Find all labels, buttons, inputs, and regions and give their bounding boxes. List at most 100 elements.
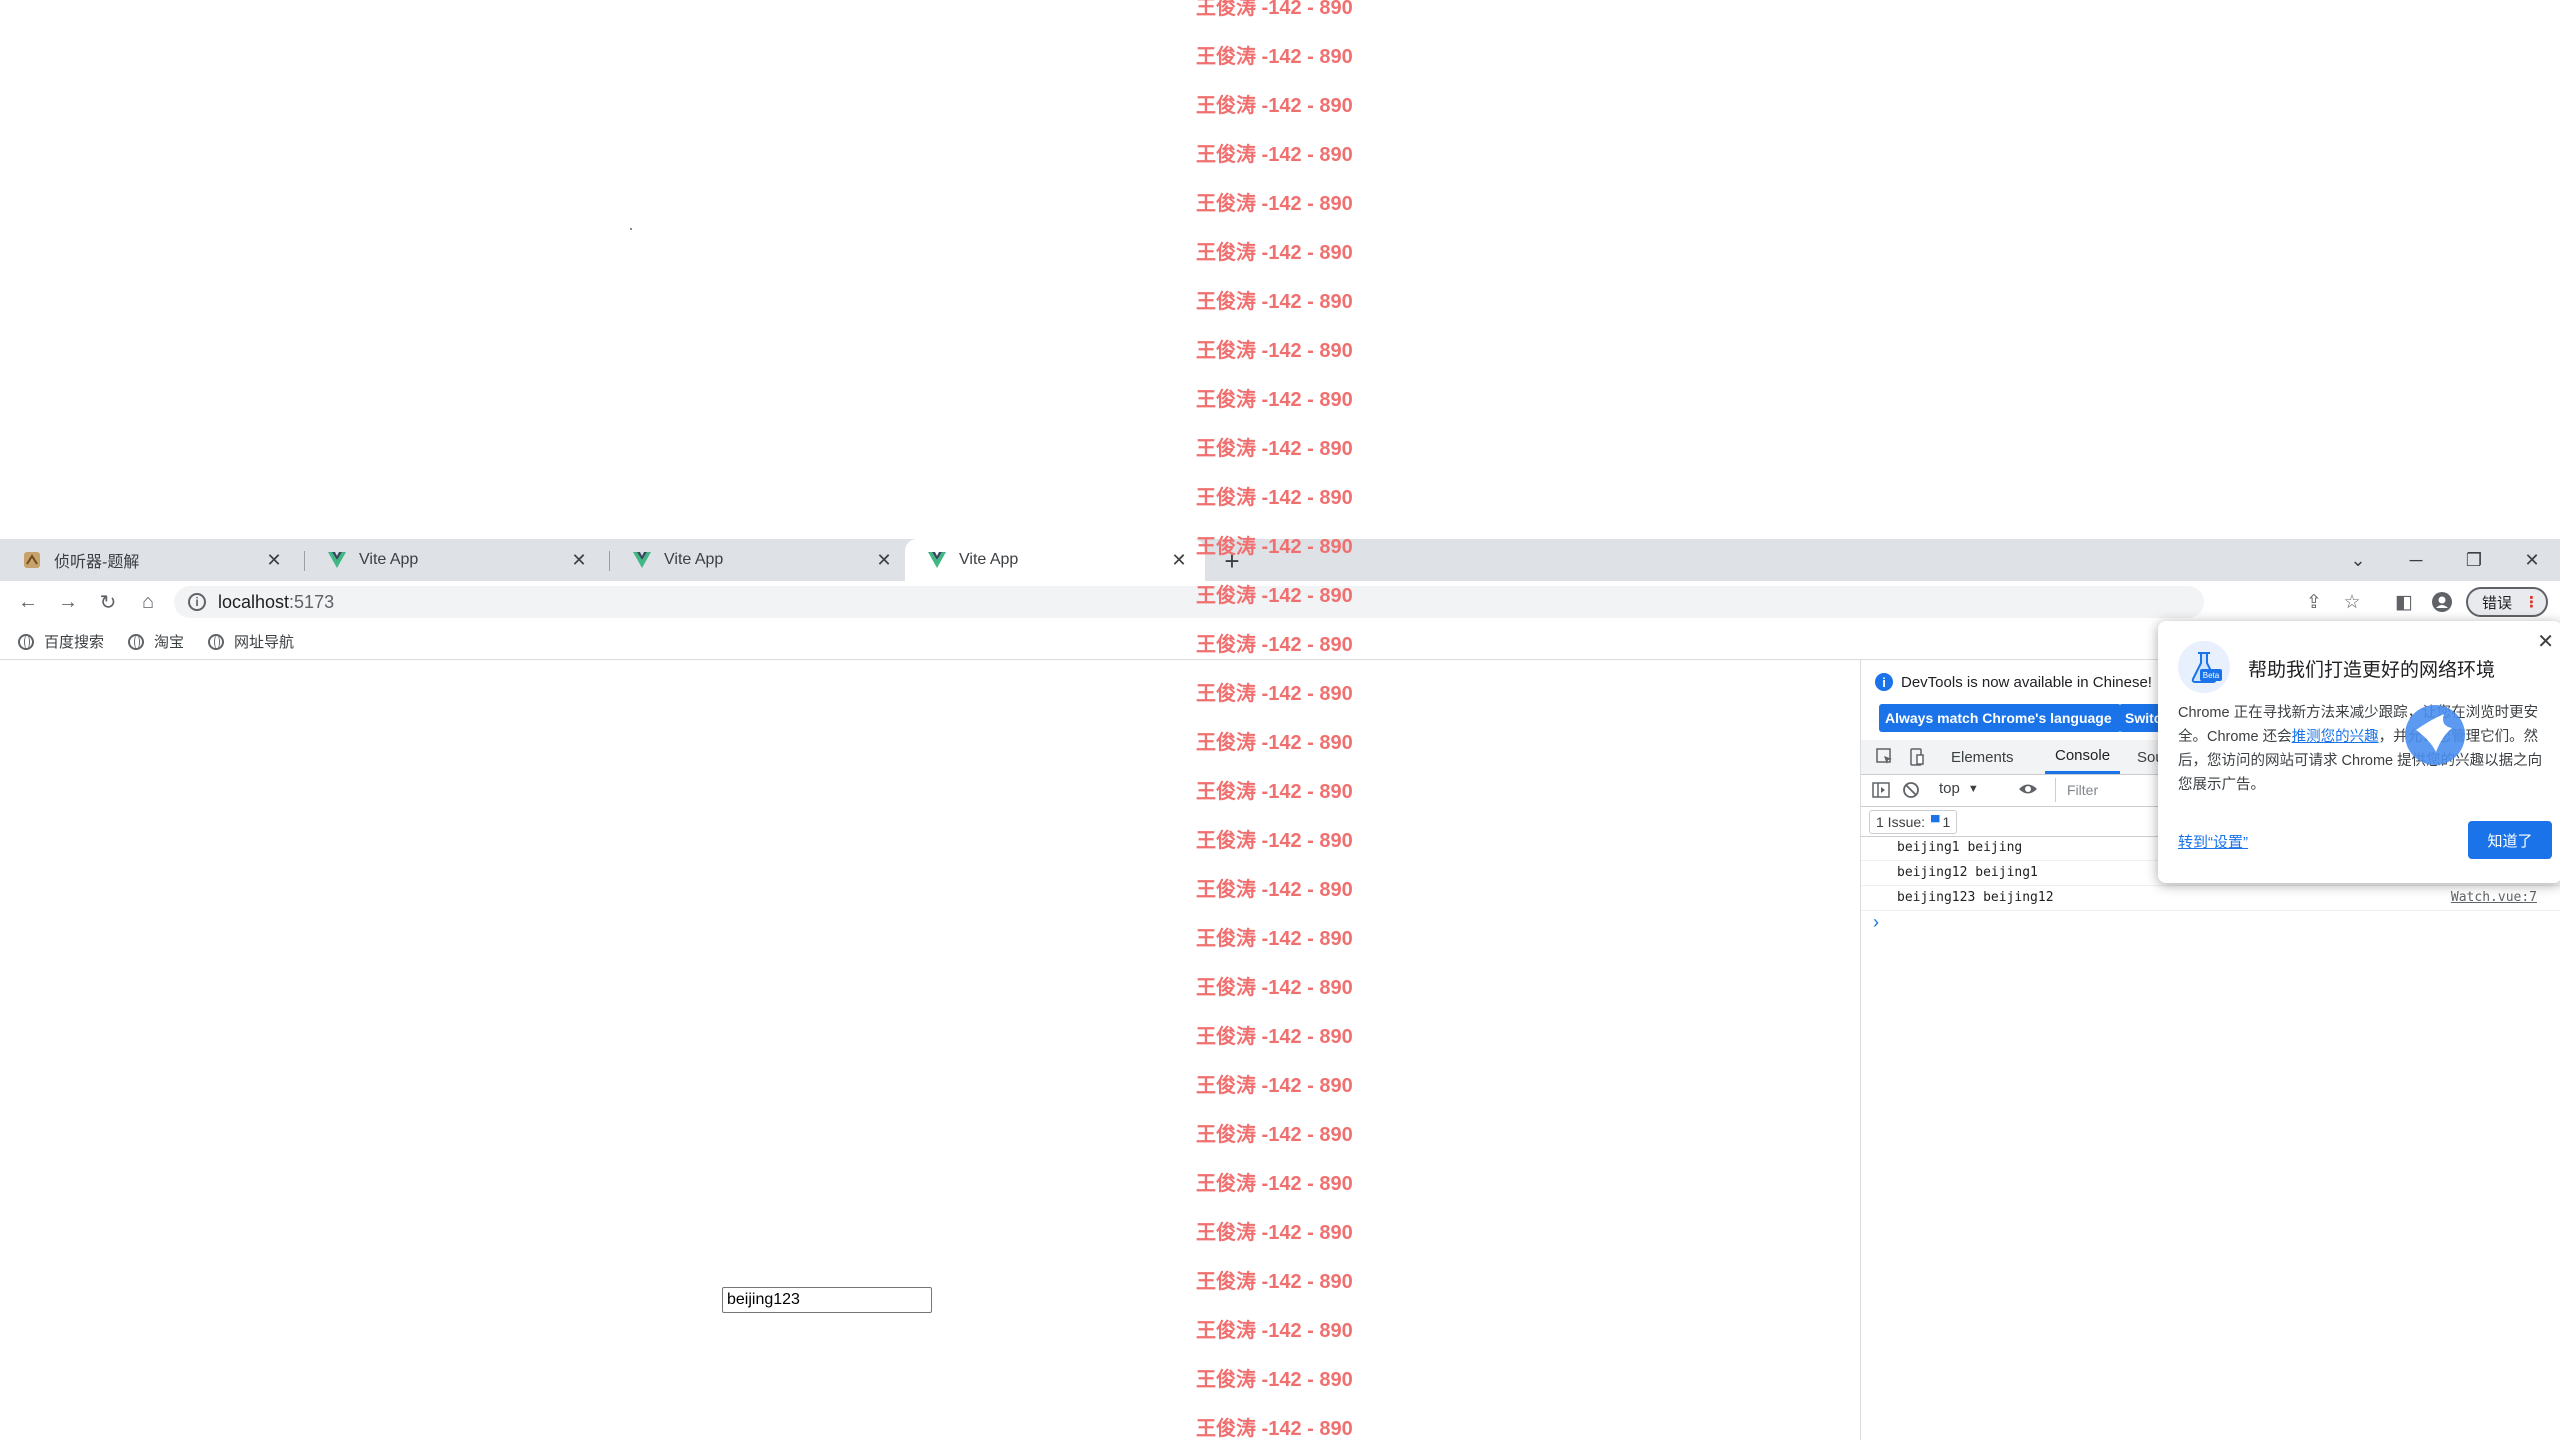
issues-count: 1: [1942, 814, 1951, 830]
log-message: beijing12 beijing1: [1897, 865, 2038, 880]
restore-icon[interactable]: ❐: [2446, 539, 2502, 581]
close-icon[interactable]: ✕: [567, 548, 591, 572]
list-item: 王俊涛 -142 - 890: [1196, 977, 1353, 999]
settings-link[interactable]: 转到“设置”: [2178, 831, 2248, 852]
list-item: 王俊涛 -142 - 890: [1196, 193, 1353, 215]
list-item: 王俊涛 -142 - 890: [1196, 487, 1353, 509]
tab-1[interactable]: 侦听器-题解 ✕: [0, 539, 300, 581]
beta-badge-text: Beta: [2203, 671, 2220, 680]
back-arrow-icon[interactable]: ←: [12, 586, 44, 618]
vue-logo-icon: [327, 550, 347, 570]
issues-button[interactable]: 1 Issue: ▀ 1: [1869, 810, 1958, 834]
chevron-down-icon[interactable]: ⌄: [2330, 539, 2386, 581]
bookmark-label: 淘宝: [154, 634, 185, 651]
url-host: localhost: [218, 591, 290, 612]
list-item: 王俊涛 -142 - 890: [1196, 1026, 1353, 1048]
list-item: 王俊涛 -142 - 890: [1196, 144, 1353, 166]
log-message: beijing123 beijing12: [1897, 890, 2054, 905]
tab-elements[interactable]: Elements: [1951, 740, 2014, 774]
vue-logo-icon: [632, 550, 652, 570]
address-bar[interactable]: i localhost:5173: [174, 586, 2204, 618]
text-input[interactable]: [722, 1287, 932, 1313]
star-icon[interactable]: ☆: [2336, 586, 2368, 618]
log-source-link[interactable]: Watch.vue:7: [2451, 890, 2537, 905]
list-item: 王俊涛 -142 - 890: [1196, 340, 1353, 362]
console-log-row: beijing123 beijing12 Watch.vue:7: [1861, 886, 2560, 911]
context-label: top: [1939, 780, 1960, 797]
list-item: 王俊涛 -142 - 890: [1196, 1124, 1353, 1146]
list-item: 王俊涛 -142 - 890: [1196, 1369, 1353, 1391]
globe-icon: [18, 633, 34, 650]
bookmark-item[interactable]: 淘宝: [128, 631, 184, 652]
stray-dot: [630, 228, 632, 230]
list-item: 王俊涛 -142 - 890: [1196, 781, 1353, 803]
tab-title: 侦听器-题解: [54, 554, 140, 571]
list-item: 王俊涛 -142 - 890: [1196, 95, 1353, 117]
banner-text: DevTools is now available in Chinese!: [1901, 673, 2152, 691]
console-prompt-icon[interactable]: ›: [1873, 912, 1879, 933]
minimize-icon[interactable]: ─: [2388, 539, 2444, 581]
bookmark-item[interactable]: 百度搜索: [18, 631, 104, 652]
window-close-icon[interactable]: ✕: [2504, 539, 2560, 581]
list-item: 王俊涛 -142 - 890: [1196, 0, 1353, 19]
tab-title: Vite App: [959, 551, 1019, 568]
clear-console-icon[interactable]: [1901, 780, 1921, 804]
url-port: :5173: [289, 591, 335, 612]
list-item: 王俊涛 -142 - 890: [1196, 732, 1353, 754]
list-item: 王俊涛 -142 - 890: [1196, 242, 1353, 264]
list-item: 王俊涛 -142 - 890: [1196, 683, 1353, 705]
share-icon[interactable]: ⇪: [2298, 586, 2330, 618]
tab-3[interactable]: Vite App ✕: [610, 539, 910, 581]
inspect-icon[interactable]: [1875, 740, 1895, 774]
sidebar-toggle-icon[interactable]: [1871, 780, 1891, 804]
list-item: 王俊涛 -142 - 890: [1196, 1271, 1353, 1293]
tab-4-active[interactable]: Vite App ✕: [905, 539, 1205, 581]
profile-icon[interactable]: [2426, 586, 2458, 618]
bookmark-item[interactable]: 网址导航: [208, 631, 294, 652]
globe-icon: [208, 633, 224, 650]
rendered-list: 王俊涛 -142 - 890 王俊涛 -142 - 890 王俊涛 -142 - 8…: [1196, 0, 1396, 1454]
kebab-menu-icon[interactable]: ⋮: [2524, 593, 2539, 611]
beta-flask-icon: Beta: [2178, 641, 2230, 693]
eye-icon[interactable]: [2017, 778, 2039, 804]
log-message: beijing1 beijing: [1897, 840, 2023, 855]
list-item: 王俊涛 -142 - 890: [1196, 830, 1353, 852]
list-item: 王俊涛 -142 - 890: [1196, 46, 1353, 68]
globe-icon: [128, 633, 144, 650]
bird-logo-icon[interactable]: [2400, 700, 2470, 770]
triangle-down-icon: ▼: [1967, 782, 1979, 795]
list-item: 王俊涛 -142 - 890: [1196, 928, 1353, 950]
error-button[interactable]: 错误 ⋮: [2466, 587, 2548, 617]
list-item: 王俊涛 -142 - 890: [1196, 585, 1353, 607]
reload-icon[interactable]: ↻: [92, 586, 124, 618]
list-item: 王俊涛 -142 - 890: [1196, 879, 1353, 901]
tab-2[interactable]: Vite App ✕: [305, 539, 605, 581]
list-item: 王俊涛 -142 - 890: [1196, 1418, 1353, 1440]
info-icon: i: [1875, 673, 1893, 691]
device-toolbar-icon[interactable]: [1907, 740, 1927, 774]
match-language-button[interactable]: Always match Chrome's language: [1879, 704, 2121, 732]
close-icon[interactable]: ✕: [262, 548, 286, 572]
side-panel-icon[interactable]: ◧: [2388, 586, 2420, 618]
close-icon[interactable]: ✕: [1167, 548, 1191, 572]
tab-console[interactable]: Console: [2045, 740, 2121, 774]
interests-link[interactable]: 推测您的兴趣: [2292, 729, 2379, 745]
vue-logo-icon: [927, 550, 947, 570]
list-item: 王俊涛 -142 - 890: [1196, 536, 1353, 558]
forward-arrow-icon[interactable]: →: [52, 586, 84, 618]
list-item: 王俊涛 -142 - 890: [1196, 389, 1353, 411]
tab-title: Vite App: [664, 551, 724, 568]
home-icon[interactable]: ⌂: [132, 586, 164, 618]
list-item: 王俊涛 -142 - 890: [1196, 1320, 1353, 1342]
close-icon[interactable]: ✕: [872, 548, 896, 572]
context-selector[interactable]: top ▼: [1939, 780, 1979, 797]
issues-label: 1 Issue:: [1876, 814, 1926, 830]
info-icon[interactable]: i: [188, 593, 206, 611]
got-it-button[interactable]: 知道了: [2468, 821, 2552, 859]
zhihu-like-icon: [22, 550, 42, 570]
close-icon[interactable]: ✕: [2537, 629, 2554, 654]
dialog-body: Chrome 正在寻找新方法来减少跟踪，让您在浏览时更安全。Chrome 还会推…: [2178, 701, 2544, 797]
bookmark-label: 百度搜索: [44, 634, 105, 651]
message-icon: ▀: [1931, 815, 1940, 829]
list-item: 王俊涛 -142 - 890: [1196, 1075, 1353, 1097]
